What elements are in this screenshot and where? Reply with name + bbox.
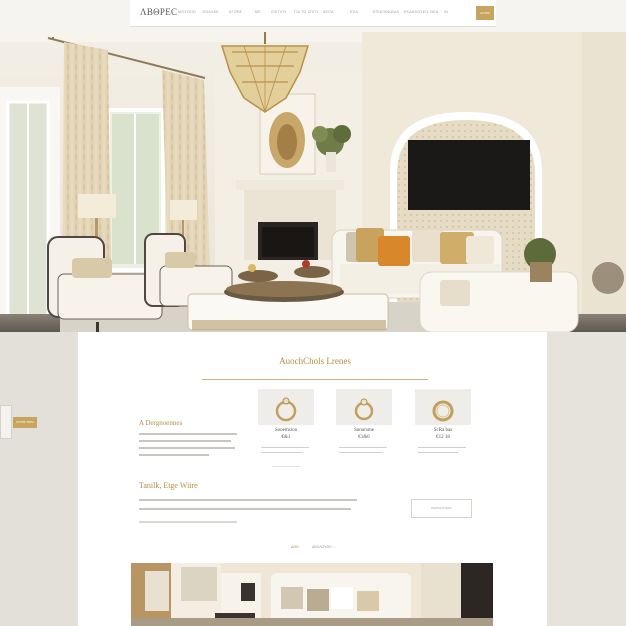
more-button[interactable]: ΠΕΡΙΣΣΟΤΕΡΑ	[411, 499, 472, 518]
product-name: ScRa bas	[433, 428, 453, 433]
hero-room-illustration	[0, 32, 626, 332]
left-gutter	[0, 332, 78, 626]
product-image	[336, 389, 392, 425]
nav-link-10[interactable]: ΕΚΔΗΛΩΣΕΙΣ ΝΕΑ	[404, 10, 439, 14]
pagination-next[interactable]: ΑΚΟΛΟΥΘΗ →	[312, 545, 336, 549]
product-price: €&1	[281, 435, 291, 440]
feature-heading: Tanilk, Etge Wiire	[139, 481, 198, 490]
gallery-image	[131, 563, 493, 626]
nav-link-6[interactable]: ΓΙΑ ΤΟ ΣΠΙΤΙ	[294, 10, 318, 14]
nav-link-5[interactable]: ΣΠΙΤΙΟΥ	[271, 10, 287, 14]
nav-link-11[interactable]: ΙΝ	[444, 10, 448, 14]
nav-link-9[interactable]: ΕΠΙΚΟΙΝΩΝΙΑ	[373, 10, 399, 14]
product-name: Snnorsme	[354, 428, 374, 433]
nav-link-2[interactable]: ΚΟΛΛΕΚ	[203, 10, 219, 14]
nav-link-4[interactable]: ΜΕ	[255, 10, 261, 14]
site-header: ΛΒΘΡΕС ΜΟΥΣΕΙΟ ΚΟΛΛΕΚ ΑΓΟΡΑ ΜΕ ΣΠΙΤΙΟΥ Γ…	[130, 0, 496, 27]
product-card[interactable]: ScRa bas €12 18	[415, 389, 471, 467]
ring-icon	[432, 400, 454, 422]
room-thumbnail-illustration	[131, 563, 493, 626]
product-image	[258, 389, 314, 425]
nav-link-7[interactable]: ΦΩΤΑ	[323, 10, 334, 14]
product-card[interactable]: Snnorsme €1&6	[336, 389, 392, 467]
pagination-current[interactable]: ΑΘΗ	[291, 545, 299, 549]
ring-icon	[354, 398, 374, 421]
product-name: Sooemsion	[274, 428, 298, 433]
product-card[interactable]: Sooemsion €&1	[258, 389, 314, 468]
shop-button[interactable]: ΑΓΟΡΑ	[476, 6, 494, 20]
section-title: AuochChols Lrenes	[279, 356, 351, 366]
side-frame-icon	[0, 405, 12, 439]
nav-link-1[interactable]: ΜΟΥΣΕΙΟ	[178, 10, 196, 14]
side-shop-tag[interactable]: ΑΓΟΡΑ ΤΩΡΑ	[13, 417, 37, 428]
title-divider	[202, 379, 428, 380]
nav-link-8[interactable]: ΕΠΑ	[350, 10, 358, 14]
hero-image	[0, 32, 626, 332]
ring-icon	[275, 397, 297, 422]
nav-link-3[interactable]: ΑΓΟΡΑ	[229, 10, 242, 14]
site-logo[interactable]: ΛΒΘΡΕС	[140, 7, 177, 17]
product-price: €1&6	[358, 435, 370, 440]
product-image	[415, 389, 471, 425]
product-price: €12 18	[436, 435, 450, 440]
intro-heading: A Dergnoennes	[139, 419, 183, 427]
